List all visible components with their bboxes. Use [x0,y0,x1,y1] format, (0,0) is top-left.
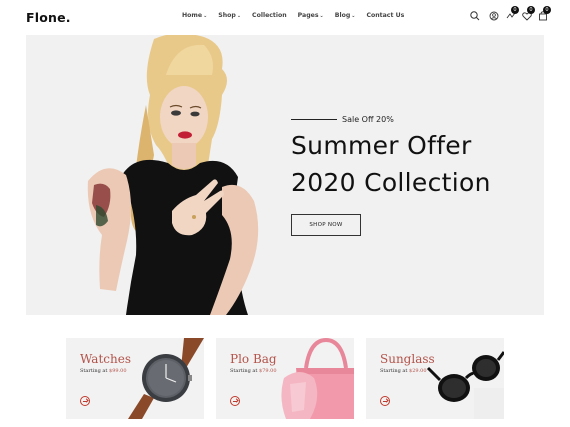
cart-count-badge: 0 [543,6,551,14]
compare-icon[interactable]: 0 [504,6,519,23]
card-price: $99.00 [109,368,127,374]
hero-title-line-2: 2020 Collection [291,168,491,197]
nav-label: Collection [252,12,287,19]
hero-content: Sale Off 20% Summer Offer 2020 Collectio… [291,113,531,236]
subtitle-divider [291,118,337,120]
nav-label: Contact Us [366,12,405,19]
hero-subtitle: Sale Off 20% [342,114,394,124]
arrow-right-icon[interactable] [80,396,90,406]
nav-item-home[interactable]: Home⌄ [182,12,207,19]
nav-label: Home [182,12,203,19]
sunglasses-image [426,351,504,419]
main-nav: Home⌄ Shop⌄ Collection Pages⌄ Blog⌄ Cont… [182,12,415,19]
card-price: $29.00 [409,368,427,374]
nav-item-collection[interactable]: Collection [252,12,287,19]
shop-now-button[interactable]: SHOP NOW [291,214,361,236]
category-card-bag[interactable]: Plo Bag Starting at $79.00 [216,338,354,419]
site-header: Flone. Home⌄ Shop⌄ Collection Pages⌄ Blo… [0,0,570,34]
arrow-right-icon[interactable] [230,396,240,406]
starting-label: Starting at [380,368,408,374]
search-icon[interactable] [468,9,482,23]
hero-subtitle-row: Sale Off 20% [291,113,531,125]
card-title: Sunglass [380,352,435,366]
hero-banner: Sale Off 20% Summer Offer 2020 Collectio… [26,35,544,315]
nav-item-blog[interactable]: Blog⌄ [335,12,356,19]
chevron-down-icon: ⌄ [203,13,208,19]
starting-label: Starting at [230,368,258,374]
chevron-down-icon: ⌄ [236,13,242,19]
hero-title-line-1: Summer Offer [291,131,472,160]
watch-image [128,338,204,419]
bag-image [281,338,354,419]
nav-item-shop[interactable]: Shop⌄ [218,12,241,19]
starting-label: Starting at [80,368,108,374]
wishlist-icon[interactable]: 0 [520,6,535,23]
card-title: Plo Bag [230,352,277,366]
arrow-right-icon[interactable] [380,396,390,406]
card-price-line: Starting at $29.00 [380,368,427,374]
chevron-down-icon: ⌄ [351,13,356,19]
card-price-line: Starting at $99.00 [80,368,127,374]
chevron-down-icon: ⌄ [319,13,324,19]
hero-model-image [87,35,259,315]
compare-count-badge: 0 [511,6,519,14]
card-title: Watches [80,352,131,366]
nav-item-contact[interactable]: Contact Us [366,12,404,19]
account-icon[interactable] [487,9,501,23]
category-card-watches[interactable]: Watches Starting at $99.00 [66,338,204,419]
nav-label: Shop [218,12,236,19]
nav-label: Blog [334,12,351,19]
nav-item-pages[interactable]: Pages⌄ [298,12,324,19]
header-actions: 0 0 0 [468,6,558,25]
cart-icon[interactable]: 0 [536,6,551,23]
wishlist-count-badge: 0 [527,6,535,14]
card-price: $79.00 [259,368,277,374]
nav-label: Pages [297,12,319,19]
site-logo[interactable]: Flone. [26,10,71,25]
card-price-line: Starting at $79.00 [230,368,277,374]
category-card-sunglass[interactable]: Sunglass Starting at $29.00 [366,338,504,419]
